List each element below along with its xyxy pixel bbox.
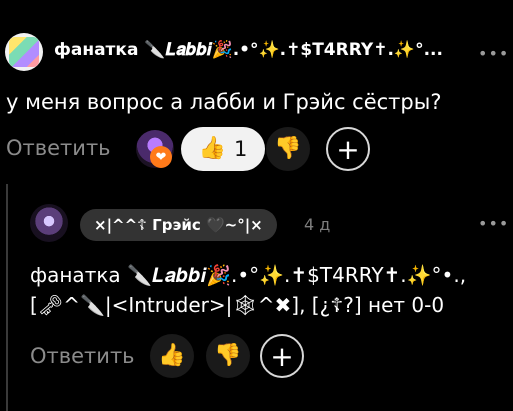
reply-timestamp: 4 д: [304, 215, 331, 234]
thumbs-up-icon: 👍: [158, 343, 186, 368]
like-count: 1: [234, 137, 248, 161]
post-question-text: у меня вопрос а лабби и Грэйс сёстры?: [6, 90, 442, 114]
reply-text-line-2: [🗝^🔪|<Intruder>|🕸^✖], [¿☦?] нет 0-0: [30, 293, 445, 317]
more-options-icon[interactable]: •••: [478, 44, 509, 63]
heart-reaction-icon: ❤: [150, 146, 172, 168]
reply-reply-button[interactable]: Ответить: [30, 344, 135, 368]
post-author-name[interactable]: фанатка 🔪𝑳𝒂𝒃𝒃𝒊🎉.•°✨.✝$T4RRY✝.✨°...: [54, 40, 443, 60]
reply-like-button[interactable]: 👍: [150, 334, 194, 378]
add-reaction-button[interactable]: +: [326, 127, 370, 171]
reactors-avatars[interactable]: ❤: [136, 130, 178, 170]
dislike-button[interactable]: 👎: [266, 127, 310, 171]
thumbs-up-icon: 👍: [198, 136, 227, 161]
post-author-avatar[interactable]: [5, 33, 43, 71]
reply-text-line-1: фанатка 🔪𝑳𝒂𝒃𝒃𝒊🎉.•°✨.✝$T4RRY✝.✨°•.,: [30, 263, 467, 287]
thumbs-down-icon: 👎: [274, 136, 302, 161]
reply-add-reaction-button[interactable]: +: [260, 334, 304, 378]
reply-more-options-icon[interactable]: •••: [478, 214, 509, 233]
thread-line: [6, 184, 8, 411]
reply-author-name[interactable]: ×|^^☦ Грэйс 🖤~°|×: [80, 209, 277, 241]
like-button[interactable]: 👍 1: [181, 127, 265, 171]
reply-dislike-button[interactable]: 👎: [206, 334, 250, 378]
reply-author-avatar[interactable]: [30, 204, 68, 242]
reply-button[interactable]: Ответить: [6, 136, 111, 160]
avatar-image: [9, 37, 39, 67]
thumbs-down-icon: 👎: [214, 343, 242, 368]
